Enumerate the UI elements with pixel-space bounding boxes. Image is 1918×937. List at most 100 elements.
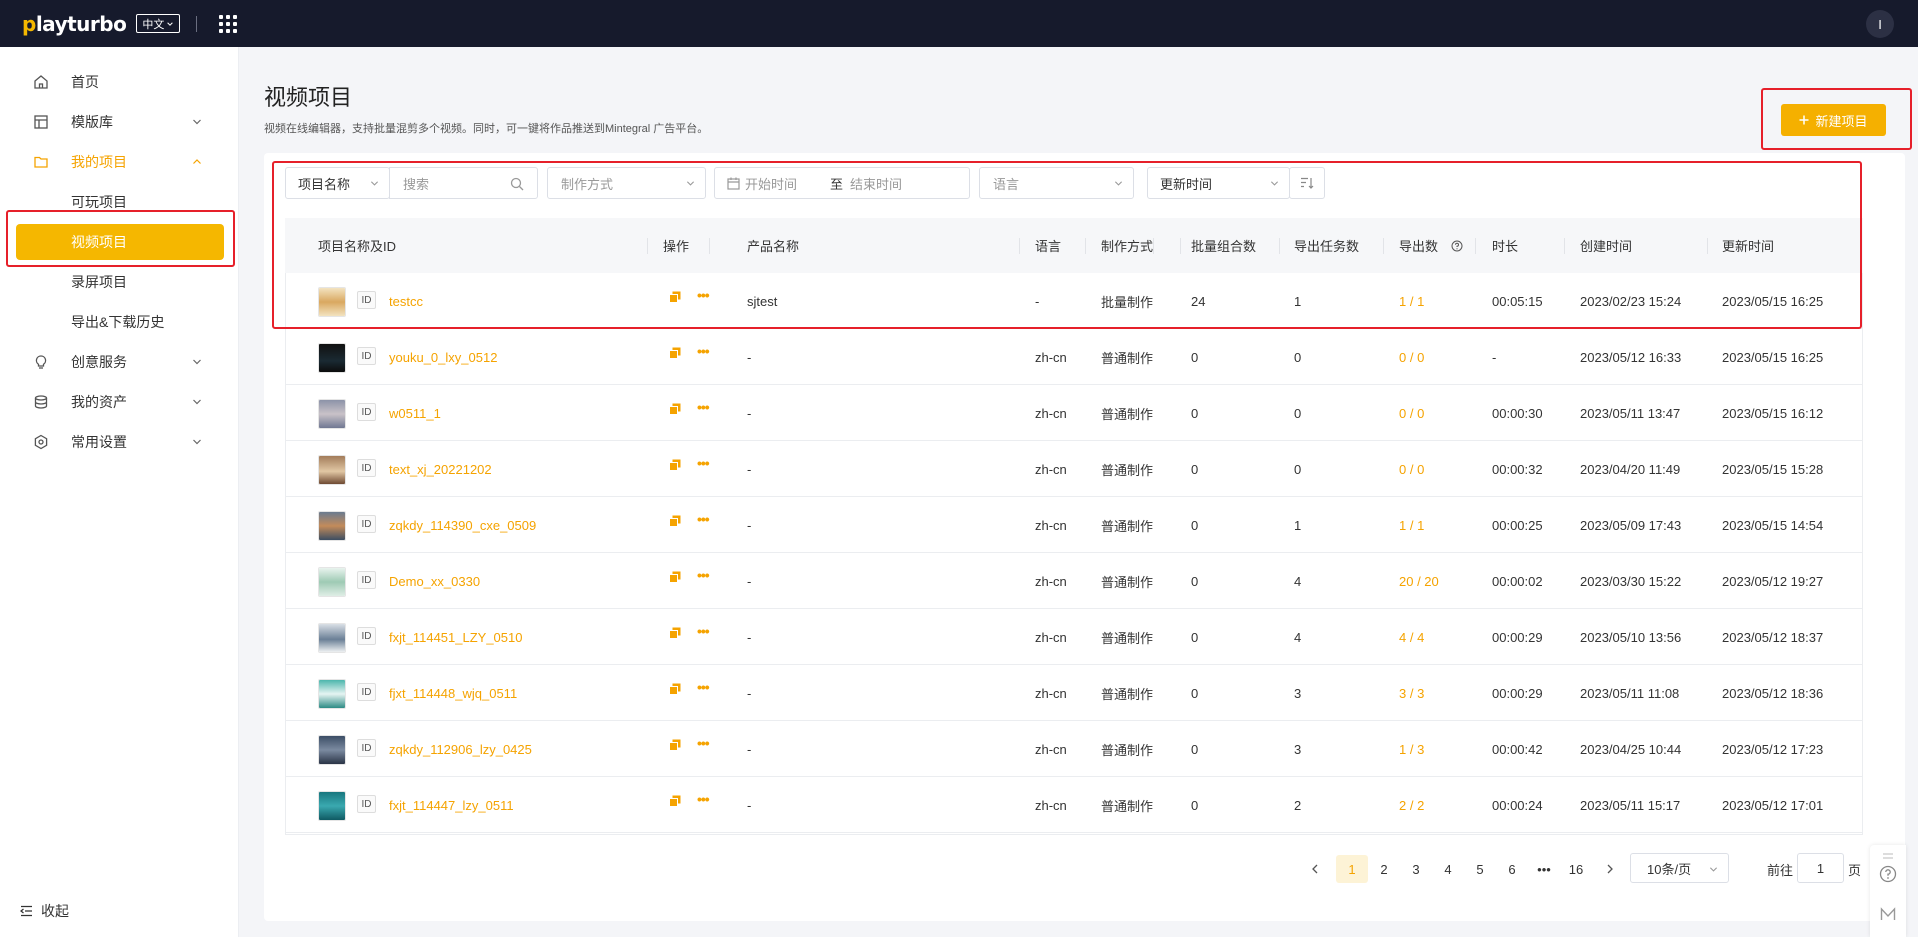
help-icon[interactable] (1879, 865, 1897, 883)
project-name-link[interactable]: fxjt_114447_lzy_0511 (389, 777, 514, 833)
sidebar-item-home[interactable]: 首页 (0, 62, 239, 102)
copy-icon[interactable] (669, 683, 681, 695)
copy-icon[interactable] (669, 515, 681, 527)
id-tag[interactable]: ID (357, 515, 376, 533)
project-name-link[interactable]: zqkdy_112906_lzy_0425 (389, 721, 532, 777)
exports-link[interactable]: 0 / 0 (1399, 329, 1424, 385)
id-tag[interactable]: ID (357, 403, 376, 421)
sidebar-item-creative-services[interactable]: 创意服务 (0, 342, 239, 382)
field-select[interactable]: 项目名称 (285, 167, 390, 199)
exports-link[interactable]: 1 / 1 (1399, 273, 1424, 329)
table-row[interactable]: ID testcc sjtest - 批量制作 24 1 1 / 1 00:05:15 2023/… (285, 273, 1863, 329)
copy-icon[interactable] (669, 347, 681, 359)
id-tag[interactable]: ID (357, 347, 376, 365)
id-tag[interactable]: ID (357, 739, 376, 757)
sidebar-subitem-export-history[interactable]: 导出&下载历史 (0, 304, 239, 340)
project-name-link[interactable]: testcc (389, 273, 423, 329)
copy-icon[interactable] (669, 291, 681, 303)
project-name-link[interactable]: fxjt_114451_LZY_0510 (389, 609, 522, 665)
table-row[interactable]: ID fxjt_114451_LZY_0510 - zh-cn 普通制作 0 4 4 / 4 0… (285, 609, 1863, 665)
exports-link[interactable]: 3 / 3 (1399, 665, 1424, 721)
sidebar-item-my-assets[interactable]: 我的资产 (0, 382, 239, 422)
sidebar-collapse-button[interactable]: 收起 (20, 901, 69, 921)
exports-link[interactable]: 0 / 0 (1399, 441, 1424, 497)
copy-icon[interactable] (669, 571, 681, 583)
exports-link[interactable]: 4 / 4 (1399, 609, 1424, 665)
project-name-link[interactable]: w0511_1 (389, 385, 441, 441)
project-thumbnail[interactable] (318, 567, 346, 597)
page-size-select[interactable]: 10条/页 (1630, 853, 1729, 883)
id-tag[interactable]: ID (357, 627, 376, 645)
id-tag[interactable]: ID (357, 683, 376, 701)
table-row[interactable]: ID zqkdy_112906_lzy_0425 - zh-cn 普通制作 0 3 1 / 3… (285, 721, 1863, 777)
more-actions-icon[interactable]: ••• (697, 567, 710, 583)
playturbo-logo[interactable]: playturbo (22, 12, 127, 36)
more-actions-icon[interactable]: ••• (697, 679, 710, 695)
start-time-placeholder[interactable]: 开始时间 (745, 174, 797, 193)
more-actions-icon[interactable]: ••• (697, 455, 710, 471)
mintegral-icon[interactable] (1880, 907, 1896, 921)
project-name-link[interactable]: Demo_xx_0330 (389, 553, 480, 609)
new-project-button[interactable]: 新建项目 (1781, 104, 1886, 136)
copy-icon[interactable] (669, 627, 681, 639)
language-switcher[interactable]: 中文 (136, 14, 181, 33)
sidebar-subitem-video-projects[interactable]: 视频项目 (16, 224, 224, 260)
exports-link[interactable]: 1 / 1 (1399, 497, 1424, 553)
page-4[interactable]: 4 (1432, 855, 1464, 883)
project-thumbnail[interactable] (318, 287, 346, 317)
exports-link[interactable]: 0 / 0 (1399, 385, 1424, 441)
sidebar-item-templates[interactable]: 模版库 (0, 102, 239, 142)
sort-order-button[interactable] (1289, 167, 1325, 199)
drag-handle-icon[interactable] (1883, 853, 1893, 859)
exports-link[interactable]: 1 / 3 (1399, 721, 1424, 777)
prev-page-button[interactable] (1303, 855, 1327, 883)
id-tag[interactable]: ID (357, 571, 376, 589)
project-name-link[interactable]: youku_0_lxy_0512 (389, 329, 497, 385)
project-thumbnail[interactable] (318, 343, 346, 373)
project-thumbnail[interactable] (318, 623, 346, 653)
more-actions-icon[interactable]: ••• (697, 791, 710, 807)
table-row[interactable]: ID fxjt_114447_lzy_0511 - zh-cn 普通制作 0 2 2 / 2 0… (285, 777, 1863, 833)
page-1[interactable]: 1 (1336, 855, 1368, 883)
project-name-link[interactable]: fjxt_114448_wjq_0511 (389, 665, 517, 721)
table-row[interactable]: ID zqkdy_114390_cxe_0509 - zh-cn 普通制作 0 1 1 / 1… (285, 497, 1863, 553)
project-thumbnail[interactable] (318, 399, 346, 429)
table-row[interactable]: ID Demo_xx_0330 - zh-cn 普通制作 0 4 20 / 20 00:00:0… (285, 553, 1863, 609)
project-thumbnail[interactable] (318, 679, 346, 709)
language-select[interactable]: 语言 (979, 167, 1134, 199)
end-time-placeholder[interactable]: 结束时间 (850, 174, 902, 193)
copy-icon[interactable] (669, 459, 681, 471)
exports-link[interactable]: 20 / 20 (1399, 553, 1439, 609)
project-name-link[interactable]: text_xj_20221202 (389, 441, 492, 497)
date-range-picker[interactable]: 开始时间 至 结束时间 (714, 167, 970, 199)
pagination-ellipsis[interactable]: ••• (1528, 855, 1560, 883)
page-6[interactable]: 6 (1496, 855, 1528, 883)
project-thumbnail[interactable] (318, 455, 346, 485)
project-thumbnail[interactable] (318, 791, 346, 821)
table-row[interactable]: ID text_xj_20221202 - zh-cn 普通制作 0 0 0 / 0 00:00… (285, 441, 1863, 497)
sidebar-item-settings[interactable]: 常用设置 (0, 422, 239, 462)
sidebar-subitem-playable[interactable]: 可玩项目 (0, 184, 239, 220)
table-row[interactable]: ID fjxt_114448_wjq_0511 - zh-cn 普通制作 0 3 3 / 3 0… (285, 665, 1863, 721)
project-name-link[interactable]: zqkdy_114390_cxe_0509 (389, 497, 536, 553)
more-actions-icon[interactable]: ••• (697, 735, 710, 751)
copy-icon[interactable] (669, 795, 681, 807)
more-actions-icon[interactable]: ••• (697, 511, 710, 527)
page-5[interactable]: 5 (1464, 855, 1496, 883)
sort-select[interactable]: 更新时间 (1147, 167, 1290, 199)
table-row[interactable]: ID w0511_1 - zh-cn 普通制作 0 0 0 / 0 00:00:30 2023/0… (285, 385, 1863, 441)
more-actions-icon[interactable]: ••• (697, 399, 710, 415)
goto-page-input[interactable] (1797, 853, 1844, 883)
table-row[interactable]: ID youku_0_lxy_0512 - zh-cn 普通制作 0 0 0 / 0 - 2023… (285, 329, 1863, 385)
sidebar-subitem-screen-recording[interactable]: 录屏项目 (0, 264, 239, 300)
page-3[interactable]: 3 (1400, 855, 1432, 883)
method-select[interactable]: 制作方式 (547, 167, 706, 199)
more-actions-icon[interactable]: ••• (697, 343, 710, 359)
page-16[interactable]: 16 (1560, 855, 1592, 883)
more-actions-icon[interactable]: ••• (697, 623, 710, 639)
search-input[interactable]: 搜索 (389, 167, 538, 199)
id-tag[interactable]: ID (357, 459, 376, 477)
project-thumbnail[interactable] (318, 735, 346, 765)
user-avatar[interactable]: I (1866, 10, 1894, 38)
id-tag[interactable]: ID (357, 291, 376, 309)
